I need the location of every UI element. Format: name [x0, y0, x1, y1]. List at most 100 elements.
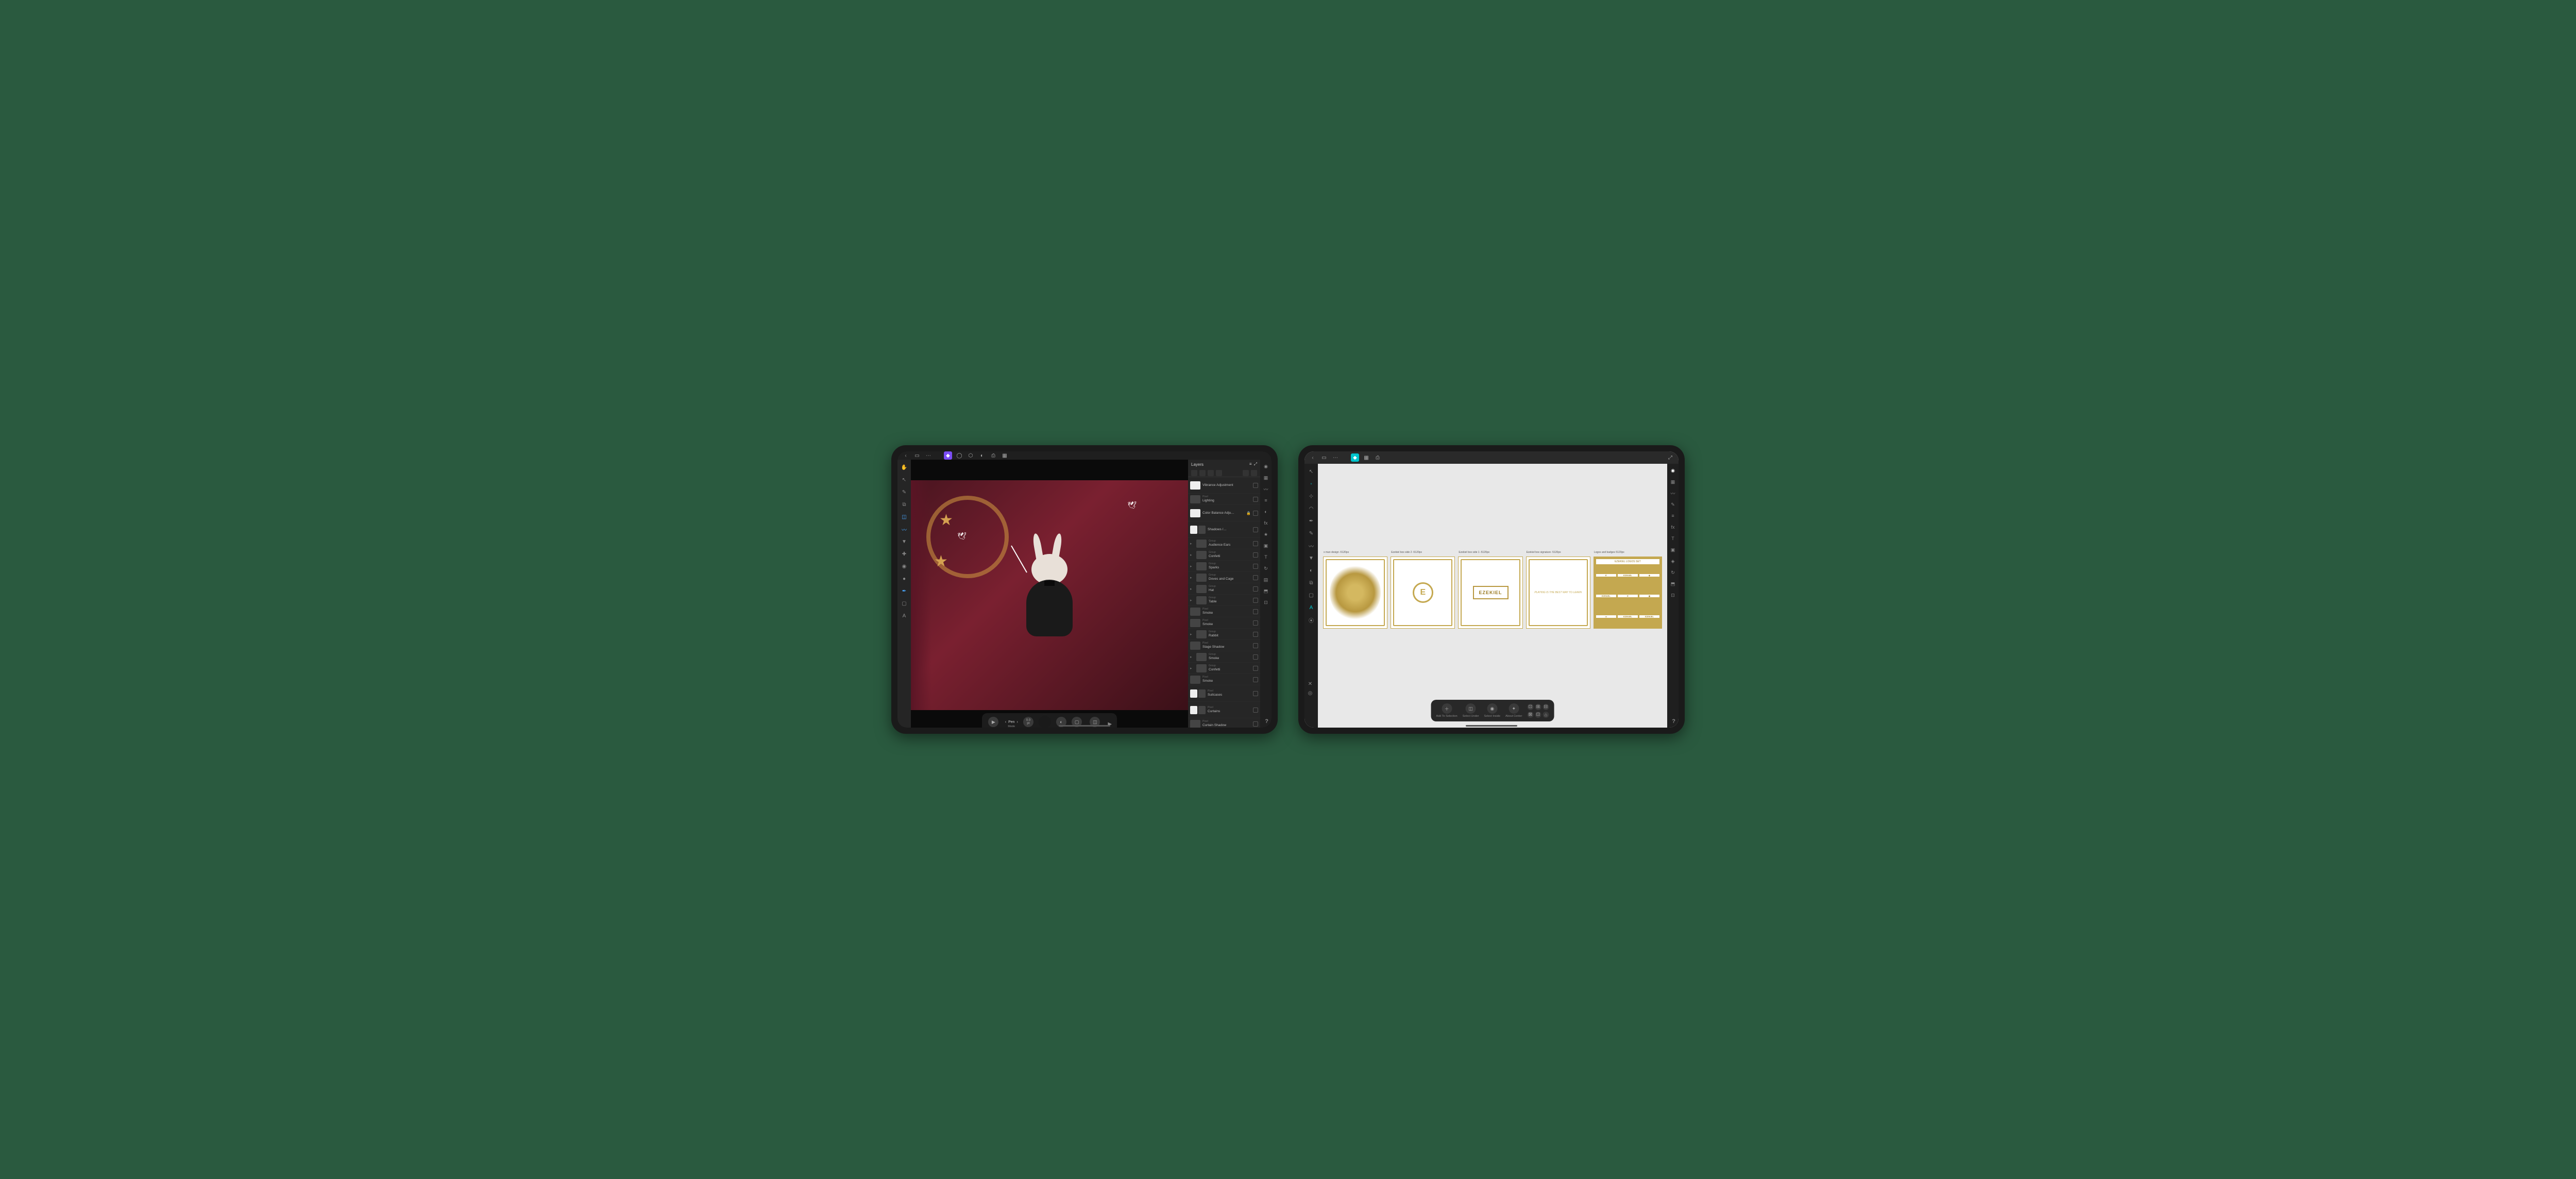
artboard-5[interactable]: Logos and badges 5120px EZEKIEL LOGOS SE… [1594, 557, 1662, 629]
add-layer-button[interactable] [1216, 470, 1222, 476]
canvas[interactable]: ★ ★ 🕊 🕊 ▶ Edit [911, 460, 1188, 728]
document-icon[interactable]: ▭ [913, 451, 921, 460]
home-indicator[interactable] [1059, 725, 1110, 727]
history-icon[interactable]: ↻ [1669, 569, 1676, 576]
persona-export-icon[interactable]: ⎙ [1374, 453, 1382, 462]
layer-row[interactable]: PixelCurtain Shadow [1188, 718, 1260, 728]
artboard-4[interactable]: Ezekiel box signature -5120px PLAYING IS… [1526, 557, 1590, 629]
help-icon[interactable]: ? [1672, 718, 1675, 725]
layer-row[interactable]: PixelSmoke [1188, 617, 1260, 629]
opacity-button[interactable] [1191, 470, 1197, 476]
layer-row[interactable]: ▸GroupConfetti [1188, 663, 1260, 674]
fill-tool-icon[interactable]: ▼ [900, 537, 909, 546]
effects-icon[interactable]: fx [1262, 519, 1269, 527]
swatches-icon[interactable]: ▦ [1262, 474, 1269, 481]
layer-row[interactable]: PixelLighting [1188, 494, 1260, 505]
text-styles-icon[interactable]: T [1262, 553, 1269, 561]
layer-row[interactable]: ▸GroupSparks [1188, 561, 1260, 572]
brush-tool-icon[interactable]: 〰 [900, 525, 909, 534]
layer-row[interactable]: PixelCurtains [1188, 702, 1260, 718]
effects-icon[interactable]: fx [1669, 524, 1676, 531]
select-under-control[interactable]: ◫ Select Under [1463, 703, 1479, 718]
layer-row[interactable]: ▸GroupTable [1188, 595, 1260, 606]
point-transform-icon[interactable]: ⊹ [1307, 492, 1316, 501]
transparency-icon[interactable]: ◐ [1307, 566, 1316, 575]
assets-icon[interactable]: ▣ [1669, 546, 1676, 553]
blend-button[interactable] [1199, 470, 1206, 476]
pencil-tool-icon[interactable]: ✎ [1307, 529, 1316, 538]
pen-tool-icon[interactable]: ✒ [900, 586, 909, 596]
symbols-icon[interactable]: ◈ [1669, 558, 1676, 565]
select-inside-control[interactable]: ◉ Select Inside [1484, 703, 1501, 718]
persona-pixel-icon[interactable]: ▦ [1362, 453, 1370, 462]
canvas[interactable]: x man design -5120px Ezekiel box side 2 … [1318, 464, 1667, 728]
layer-row[interactable]: ▸GroupConfetti [1188, 549, 1260, 561]
artboard-2[interactable]: Ezekiel box side 2 -5120px E [1391, 557, 1455, 629]
back-icon[interactable]: ‹ [902, 451, 910, 460]
align-icon[interactable]: ⊟ [1543, 704, 1549, 710]
history-icon[interactable]: ↻ [1262, 565, 1269, 572]
transform-icon[interactable]: ⬒ [1262, 587, 1269, 595]
shape-tool-icon[interactable]: ▢ [1307, 591, 1316, 600]
layer-row[interactable]: PixelSmoke [1188, 606, 1260, 617]
mode-control[interactable]: ‹Pen› Mode [1005, 720, 1018, 728]
persona-develop-icon[interactable]: ⬡ [967, 451, 975, 460]
align-icon[interactable]: ⊞ [1535, 704, 1541, 710]
more-icon[interactable]: ⋯ [1331, 453, 1340, 462]
persona-tone-icon[interactable]: ◐ [978, 451, 986, 460]
persona-export-icon[interactable]: ⎙ [989, 451, 997, 460]
pen-tool-icon[interactable]: ✒ [1307, 516, 1316, 526]
panel-expand-icon[interactable]: ⤢ [1666, 453, 1674, 462]
navigator-icon[interactable]: ⊡ [1669, 592, 1676, 599]
close-icon[interactable]: ✕ [1307, 680, 1314, 687]
color-control[interactable]: Color [1039, 716, 1051, 728]
layer-row[interactable]: Shadows /… [1188, 521, 1260, 538]
navigator-icon[interactable]: ⊡ [1262, 599, 1269, 606]
styles-icon[interactable]: ★ [1262, 531, 1269, 538]
layer-row[interactable]: ▸GroupSmoke [1188, 651, 1260, 663]
panel-expand-icon[interactable]: ⤢ [1254, 462, 1257, 467]
selection-tool-icon[interactable]: ◫ [900, 512, 909, 521]
move-tool-icon[interactable]: ↖ [900, 475, 909, 484]
layer-list[interactable]: Vibrance AdjustmentPixelLightingColor Ba… [1188, 477, 1260, 728]
crop-tool-icon[interactable]: ⧉ [1307, 578, 1316, 587]
width-control[interactable]: 0.0pt Width [1023, 717, 1033, 728]
layer-row[interactable]: ▸GroupAudience Ears [1188, 538, 1260, 549]
align-icon[interactable]: ⊠ [1527, 712, 1533, 718]
edit-mode-control[interactable]: ▶ Edit Mode [987, 717, 1000, 728]
node-tool-icon[interactable]: ◦ [1307, 479, 1316, 489]
layers-icon[interactable]: ≡ [1262, 497, 1269, 504]
add-to-selection-control[interactable]: ＋ Add To Selection [1436, 703, 1458, 718]
align-icon[interactable]: ⊡ [1527, 704, 1533, 710]
back-icon[interactable]: ‹ [1309, 453, 1317, 462]
text-tool-icon[interactable]: A [900, 611, 909, 620]
align-icon[interactable]: ⊡ [1535, 712, 1541, 718]
layer-row[interactable]: ▸GroupRabbit [1188, 629, 1260, 640]
panel-menu-icon[interactable]: ≡ [1249, 462, 1252, 467]
color-picker-icon[interactable]: ⦿ [1307, 615, 1316, 625]
brush-tool-icon[interactable]: 〰 [1307, 541, 1316, 550]
layer-row[interactable]: Color Balance Adju…🔒 [1188, 505, 1260, 521]
text-icon[interactable]: T [1669, 535, 1676, 542]
corner-tool-icon[interactable]: ◠ [1307, 504, 1316, 513]
more-icon[interactable]: ⋯ [924, 451, 933, 460]
stroke-icon[interactable]: 〰 [1669, 490, 1676, 497]
shape-tool-icon[interactable]: ▢ [900, 599, 909, 608]
blur-tool-icon[interactable]: ● [900, 574, 909, 583]
persona-astro-icon[interactable]: ▦ [1001, 451, 1009, 460]
brushes-icon[interactable]: 〰 [1262, 485, 1269, 493]
swatches-icon[interactable]: ▦ [1669, 478, 1676, 485]
heal-tool-icon[interactable]: ✚ [900, 549, 909, 559]
persona-vector-icon[interactable]: ◆ [1351, 453, 1359, 462]
document-icon[interactable]: ▭ [1320, 453, 1328, 462]
layers-icon[interactable]: ≡ [1669, 512, 1676, 519]
layer-row[interactable]: ▸GroupHat [1188, 583, 1260, 595]
layer-row[interactable]: PixelSuitcases [1188, 685, 1260, 702]
adjustments-icon[interactable]: ◐ [1262, 508, 1269, 515]
artboard-3[interactable]: Ezekiel box side 1 -5120px EZEKIEL [1458, 557, 1522, 629]
color-studio-icon[interactable]: ◉ [1262, 463, 1269, 470]
align-icon[interactable]: ⌂ [1543, 712, 1549, 718]
brushes-icon[interactable]: ✎ [1669, 501, 1676, 508]
color-studio-icon[interactable]: ◉ [1669, 467, 1676, 474]
persona-photo-icon[interactable]: ◆ [944, 451, 952, 460]
